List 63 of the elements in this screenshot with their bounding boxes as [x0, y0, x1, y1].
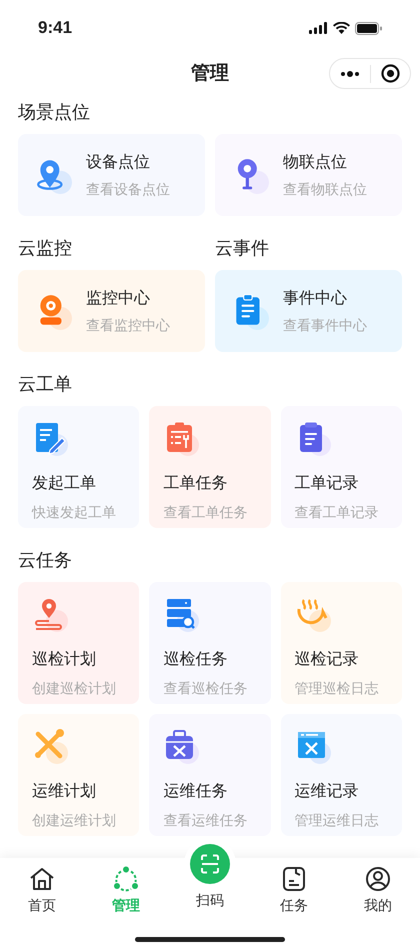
menu-card[interactable]: 物联点位 查看物联点位: [215, 134, 402, 216]
battery-icon: [355, 22, 382, 34]
menu-card[interactable]: 运维计划 创建运维计划: [18, 714, 140, 836]
card-subtitle: 快速发起工单: [32, 503, 116, 522]
circle-dot-icon[interactable]: [380, 64, 400, 83]
page-title: 管理: [191, 62, 229, 86]
task-sheet-icon: [281, 866, 307, 892]
section-title: 云监控: [18, 237, 73, 260]
card-title: 运维记录: [294, 782, 359, 802]
card-title: 设备点位: [86, 152, 151, 172]
tab-item[interactable]: 我的: [364, 866, 392, 916]
card-subtitle: 查看监控中心: [86, 316, 170, 334]
card-subtitle: 查看工单记录: [294, 503, 379, 522]
card-subtitle: 查看巡检任务: [163, 679, 248, 698]
section-title: 云事件: [215, 237, 270, 260]
connected-nodes-icon: [113, 866, 139, 892]
menu-card[interactable]: 工单任务 查看工单任务: [149, 406, 271, 528]
card-title: 巡检任务: [163, 650, 228, 670]
menu-card[interactable]: 运维任务 查看运维任务: [149, 714, 271, 836]
card-subtitle: 创建巡检计划: [32, 679, 116, 698]
menu-card[interactable]: 监控中心 查看监控中心: [18, 270, 205, 352]
section-title: 云任务: [18, 549, 73, 572]
menu-card[interactable]: 事件中心 查看事件中心: [215, 270, 402, 352]
heat-waves-icon: [294, 596, 331, 632]
card-subtitle: 查看事件中心: [283, 316, 367, 334]
tab-item[interactable]: 任务: [280, 866, 308, 916]
menu-card[interactable]: 发起工单 快速发起工单: [18, 406, 140, 528]
card-subtitle: 查看物联点位: [283, 180, 367, 198]
signal-icon: [309, 22, 328, 34]
section-title: 场景点位: [18, 101, 91, 124]
card-title: 工单记录: [294, 474, 359, 494]
tab-item[interactable]: 首页: [28, 866, 56, 916]
card-title: 发起工单: [32, 474, 96, 494]
user-icon: [365, 866, 391, 892]
card-title: 运维计划: [32, 782, 96, 802]
card-subtitle: 查看设备点位: [86, 180, 170, 198]
home-icon: [29, 866, 55, 892]
card-subtitle: 查看工单任务: [163, 503, 248, 522]
menu-card[interactable]: 巡检计划 创建巡检计划: [18, 582, 140, 704]
menu-card[interactable]: 工单记录 查看工单记录: [280, 406, 402, 528]
card-title: 运维任务: [163, 782, 228, 802]
card-title: 事件中心: [283, 288, 348, 308]
card-title: 工单任务: [163, 474, 228, 494]
card-title: 物联点位: [283, 152, 348, 172]
card-title: 巡检计划: [32, 650, 96, 670]
card-title: 巡检记录: [294, 650, 359, 670]
tools-icon: [32, 728, 68, 764]
menu-card[interactable]: 巡检记录 管理巡检日志: [280, 582, 402, 704]
more-icon[interactable]: [340, 70, 360, 76]
menu-card[interactable]: 设备点位 查看设备点位: [18, 134, 205, 216]
scan-tab[interactable]: 扫码: [184, 838, 236, 911]
toolbox-icon: [163, 728, 200, 764]
route-pin-icon: [32, 596, 68, 632]
card-subtitle: 管理运维日志: [294, 811, 379, 830]
section-title: 云工单: [18, 373, 73, 396]
card-title: 监控中心: [86, 288, 151, 308]
status-time: 9:41: [38, 17, 72, 40]
menu-card[interactable]: 运维记录 管理运维日志: [280, 714, 402, 836]
card-subtitle: 管理巡检日志: [294, 679, 379, 698]
card-subtitle: 查看运维任务: [163, 811, 248, 830]
wifi-icon: [333, 22, 350, 34]
menu-card[interactable]: 巡检任务 查看巡检任务: [149, 582, 271, 704]
card-subtitle: 创建运维计划: [32, 811, 116, 830]
